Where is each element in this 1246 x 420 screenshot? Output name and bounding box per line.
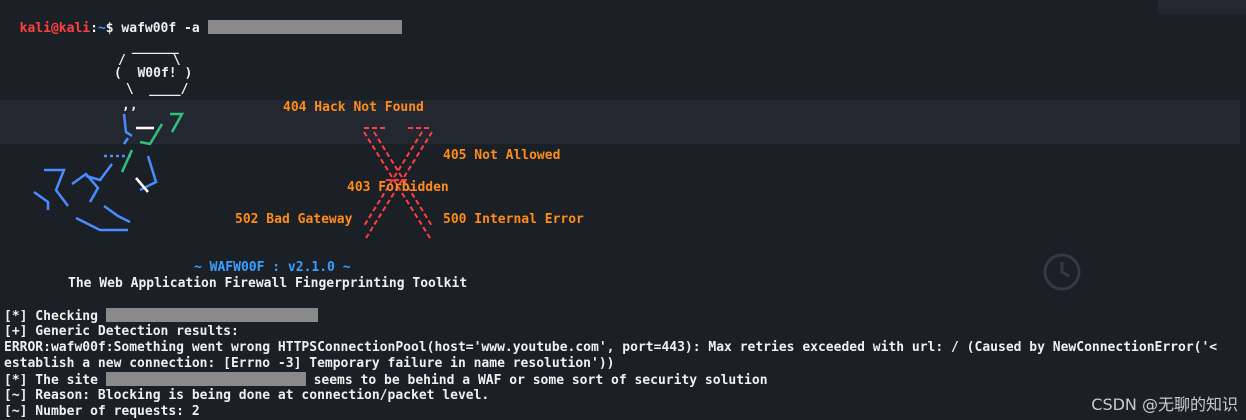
csdn-watermark: CSDN @无聊的知识	[1091, 395, 1238, 414]
redacted-site	[105, 372, 306, 386]
site-prefix: [*] The site	[4, 373, 98, 388]
command-prompt-line: kali@kali:~$ wafw00f -a	[4, 4, 402, 37]
status-405: 405 Not Allowed	[443, 148, 561, 163]
output-site: [*] The site seems to be behind a WAF or…	[4, 372, 768, 389]
history-icon	[1043, 253, 1081, 291]
output-reason: [~] Reason: Blocking is being done at co…	[4, 388, 490, 403]
prompt-dollar: $	[105, 21, 114, 36]
redacted-target	[207, 20, 402, 34]
status-500: 500 Internal Error	[443, 212, 584, 227]
output-requests: [~] Number of requests: 2	[4, 404, 200, 419]
version-label: ~ WAFW00F : v2.1.0 ~	[194, 260, 351, 275]
prompt-command: wafw00f -a	[121, 21, 200, 36]
woof-bubble-line4: \ ____/	[118, 82, 189, 97]
redacted-url	[105, 308, 318, 322]
woof-bubble-label: ( W00f! )	[114, 66, 193, 81]
status-404: 404 Hack Not Found	[283, 100, 424, 115]
site-suffix: seems to be behind a WAF or some sort of…	[313, 373, 768, 388]
prompt-path: ~	[97, 21, 106, 36]
output-checking: [*] Checking	[4, 308, 318, 325]
output-error-line1: ERROR:wafw00f:Something went wrong HTTPS…	[4, 340, 1218, 355]
dog-ascii-art	[33, 112, 185, 232]
output-generic: [+] Generic Detection results:	[4, 324, 239, 339]
checking-text: [*] Checking	[4, 309, 98, 324]
output-error-line2: establish a new connection: [Errno -3] T…	[4, 356, 615, 371]
prompt-separator: :	[90, 21, 98, 36]
status-403: 403 Forbidden	[347, 180, 449, 195]
prompt-user-host: kali@kali	[19, 21, 91, 36]
tagline: The Web Application Firewall Fingerprint…	[68, 276, 468, 291]
status-502: 502 Bad Gateway	[235, 212, 353, 227]
